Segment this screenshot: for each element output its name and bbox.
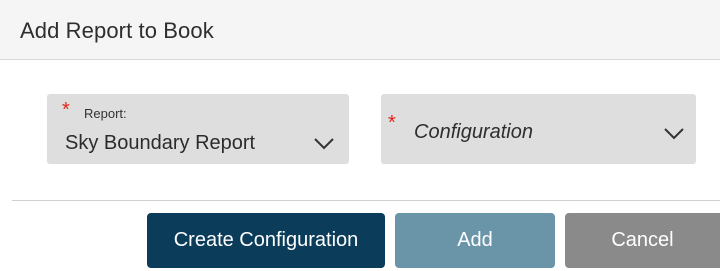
add-report-dialog: Add Report to Book * Report: Sky Boundar… [0,0,720,271]
report-selected-value: Sky Boundary Report [65,132,256,154]
report-label: Report: [84,106,127,121]
create-configuration-button[interactable]: Create Configuration [147,213,385,268]
configuration-placeholder: Configuration [414,121,533,143]
chevron-down-icon [314,138,334,150]
dialog-header: Add Report to Book [0,0,720,60]
required-indicator: * [388,112,396,134]
chevron-down-icon [664,128,684,140]
report-select[interactable]: * Report: Sky Boundary Report [47,94,349,164]
required-indicator: * [62,99,70,121]
configuration-select[interactable]: * Configuration [381,94,696,164]
dialog-title: Add Report to Book [20,18,214,43]
add-button[interactable]: Add [395,213,555,268]
cancel-button[interactable]: Cancel [565,213,720,268]
footer-divider [12,200,720,201]
